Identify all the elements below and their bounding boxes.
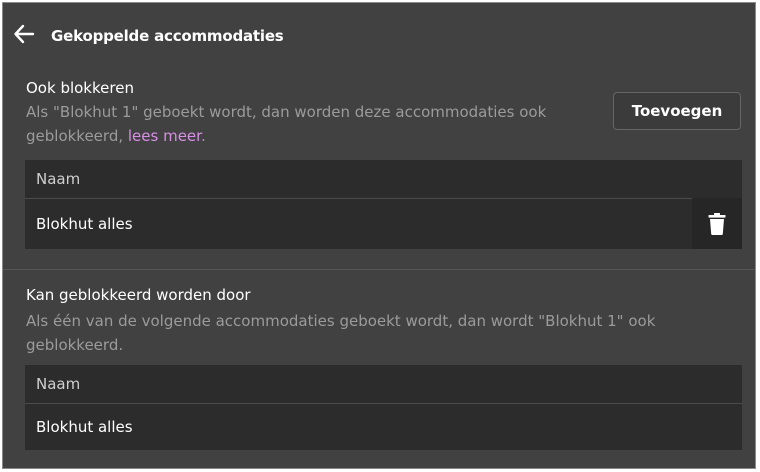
linked-accommodations-panel: Gekoppelde accommodaties Ook blokkeren A… [2, 2, 756, 469]
read-more-link[interactable]: lees meer [128, 127, 201, 145]
table-header-name: Naam [25, 365, 742, 404]
trash-icon [708, 212, 726, 235]
page-title: Gekoppelde accommodaties [51, 27, 284, 45]
blocked-by-section-description: Als één van de volgende accommodaties ge… [26, 312, 656, 354]
table-row: Blokhut alles [25, 404, 742, 450]
arrow-left-icon [14, 24, 35, 44]
blocked-by-section-title: Kan geblokkeerd worden door [26, 286, 251, 304]
block-table: Naam Blokhut alles [25, 160, 742, 249]
block-description-text: Als "Blokhut 1" geboekt wordt, dan worde… [26, 103, 547, 145]
block-section-description: Als "Blokhut 1" geboekt wordt, dan worde… [26, 100, 596, 148]
panel-header: Gekoppelde accommodaties [3, 3, 755, 69]
table-row: Blokhut alles [25, 198, 742, 249]
row-name: Blokhut alles [36, 215, 133, 233]
blocked-by-table: Naam Blokhut alles [25, 365, 742, 450]
delete-button[interactable] [692, 198, 742, 249]
table-header-name: Naam [25, 160, 742, 199]
block-description-suffix: . [200, 127, 206, 145]
add-button[interactable]: Toevoegen [613, 92, 741, 130]
block-section-title: Ook blokkeren [26, 79, 134, 97]
row-name: Blokhut alles [36, 418, 133, 436]
back-button[interactable] [13, 23, 35, 45]
section-divider [3, 269, 755, 270]
